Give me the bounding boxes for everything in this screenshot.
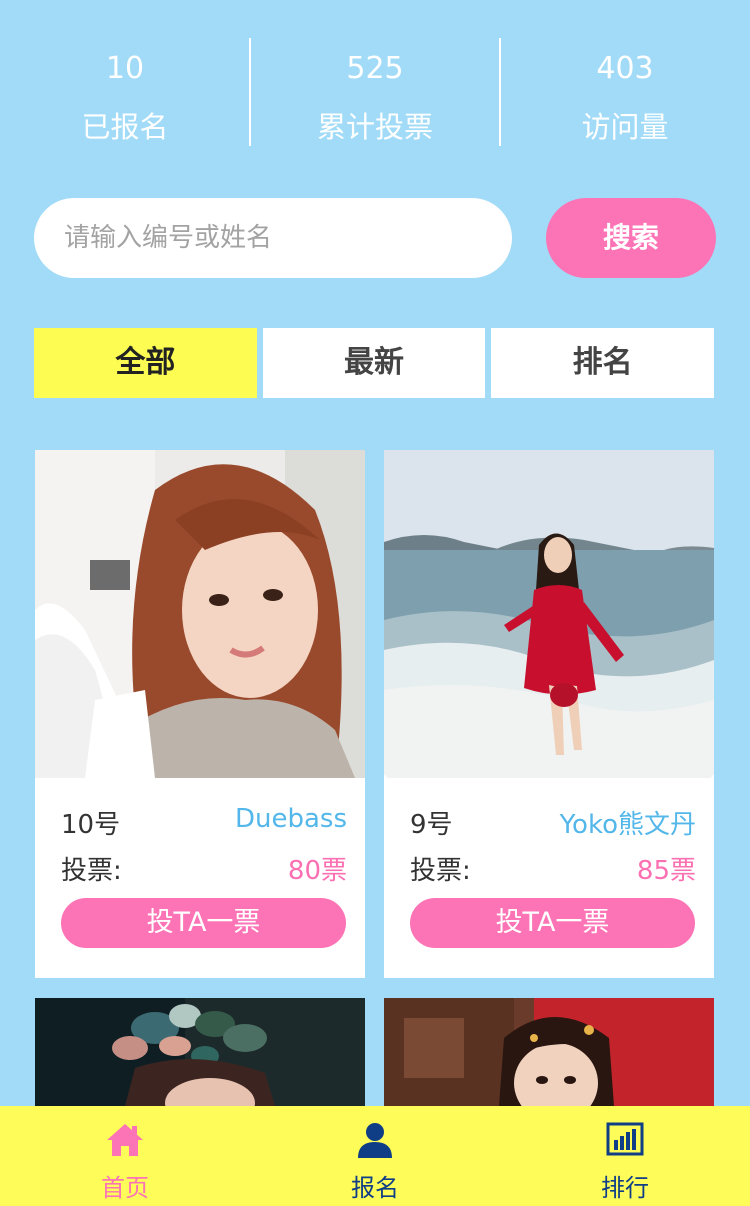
contestant-card[interactable]: 10号 Duebass 投票: 80票 投TA一票 bbox=[35, 450, 365, 978]
contestant-card[interactable]: 9号 Yoko熊文丹 投票: 85票 投TA一票 bbox=[384, 450, 714, 978]
tab-all[interactable]: 全部 bbox=[34, 328, 257, 398]
card-body: 10号 Duebass 投票: 80票 投TA一票 bbox=[35, 778, 365, 978]
votes-count: 80票 bbox=[287, 856, 347, 886]
votes-label: 投票: bbox=[410, 856, 471, 886]
search-input[interactable] bbox=[34, 198, 512, 278]
contestant-name[interactable]: Duebass bbox=[235, 804, 347, 834]
votes-count: 85票 bbox=[636, 856, 696, 886]
contestant-photo[interactable] bbox=[35, 998, 365, 1106]
nav-register[interactable]: 报名 bbox=[250, 1106, 500, 1206]
stat-value: 525 bbox=[346, 51, 404, 86]
search-button[interactable]: 搜索 bbox=[546, 198, 716, 278]
stat-label: 已报名 bbox=[81, 110, 169, 144]
stats-bar: 10 已报名 525 累计投票 403 访问量 bbox=[0, 36, 750, 150]
stat-label: 访问量 bbox=[581, 110, 669, 144]
contestant-photo[interactable] bbox=[384, 450, 714, 778]
contestant-number: 10号 bbox=[61, 810, 121, 840]
tab-latest[interactable]: 最新 bbox=[262, 328, 486, 398]
stat-visits: 403 访问量 bbox=[499, 36, 750, 150]
user-icon bbox=[358, 1123, 392, 1158]
home-icon bbox=[107, 1124, 143, 1156]
nav-label: 排行 bbox=[601, 1174, 649, 1202]
filter-tabs: 全部 最新 排名 bbox=[34, 328, 715, 398]
stat-total-votes: 525 累计投票 bbox=[249, 36, 500, 150]
votes-label: 投票: bbox=[61, 856, 122, 886]
contestant-card[interactable] bbox=[35, 998, 365, 1106]
bar-chart-icon bbox=[606, 1122, 644, 1156]
stat-value: 403 bbox=[596, 51, 654, 86]
nav-label: 首页 bbox=[101, 1174, 149, 1202]
contestant-number: 9号 bbox=[410, 810, 453, 840]
stat-registered: 10 已报名 bbox=[0, 36, 250, 150]
contestant-photo[interactable] bbox=[384, 998, 714, 1106]
stat-value: 10 bbox=[105, 51, 145, 86]
card-body: 9号 Yoko熊文丹 投票: 85票 投TA一票 bbox=[384, 778, 714, 978]
nav-label: 报名 bbox=[351, 1174, 399, 1202]
contestant-name[interactable]: Yoko熊文丹 bbox=[560, 804, 696, 841]
stat-label: 累计投票 bbox=[316, 110, 433, 144]
bottom-nav: 首页 报名 排行 bbox=[0, 1106, 750, 1206]
vote-button[interactable]: 投TA一票 bbox=[61, 898, 346, 948]
tab-ranking[interactable]: 排名 bbox=[491, 328, 715, 398]
contestant-card[interactable] bbox=[384, 998, 714, 1106]
vote-button[interactable]: 投TA一票 bbox=[410, 898, 695, 948]
nav-ranking[interactable]: 排行 bbox=[500, 1106, 750, 1206]
nav-home[interactable]: 首页 bbox=[0, 1106, 250, 1206]
contestant-photo[interactable] bbox=[35, 450, 365, 778]
